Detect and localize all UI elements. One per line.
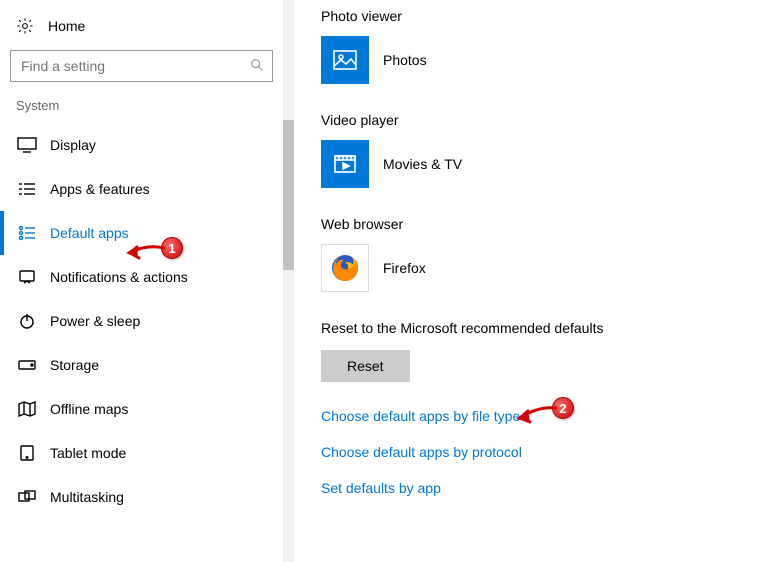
search-icon [250, 58, 264, 75]
display-icon [16, 134, 38, 156]
sidebar-item-apps-features[interactable]: Apps & features [0, 167, 283, 211]
photos-icon [321, 36, 369, 84]
sidebar-item-label: Tablet mode [50, 445, 126, 461]
sidebar-item-label: Display [50, 137, 96, 153]
storage-icon [16, 354, 38, 376]
sidebar-item-label: Apps & features [50, 181, 150, 197]
default-apps-icon [16, 222, 38, 244]
firefox-icon [321, 244, 369, 292]
gear-icon [16, 17, 34, 35]
sidebar-item-tablet-mode[interactable]: Tablet mode [0, 431, 283, 475]
sidebar-item-offline-maps[interactable]: Offline maps [0, 387, 283, 431]
offline-maps-icon [16, 398, 38, 420]
sidebar-item-multitasking[interactable]: Multitasking [0, 475, 283, 519]
sidebar-item-storage[interactable]: Storage [0, 343, 283, 387]
sidebar-item-label: Power & sleep [50, 313, 140, 329]
sidebar-item-label: Multitasking [50, 489, 124, 505]
multitasking-icon [16, 486, 38, 508]
sidebar-item-label: Storage [50, 357, 99, 373]
tablet-icon [16, 442, 38, 464]
sidebar-item-display[interactable]: Display [0, 123, 283, 167]
reset-button[interactable]: Reset [321, 350, 410, 382]
reset-description: Reset to the Microsoft recommended defau… [321, 320, 748, 336]
app-name: Movies & TV [383, 156, 462, 172]
link-set-defaults-by-app[interactable]: Set defaults by app [321, 480, 748, 496]
web-browser-app[interactable]: Firefox [321, 244, 748, 292]
category-label: System [0, 92, 283, 123]
link-choose-by-protocol[interactable]: Choose default apps by protocol [321, 444, 748, 460]
app-name: Firefox [383, 260, 426, 276]
sidebar-item-notifications[interactable]: Notifications & actions [0, 255, 283, 299]
video-player-app[interactable]: Movies & TV [321, 140, 748, 188]
sidebar-item-label: Offline maps [50, 401, 128, 417]
search-input[interactable] [10, 50, 273, 82]
power-icon [16, 310, 38, 332]
sidebar-item-power-sleep[interactable]: Power & sleep [0, 299, 283, 343]
search-field[interactable] [19, 57, 250, 75]
apps-features-icon [16, 178, 38, 200]
app-name: Photos [383, 52, 427, 68]
sidebar: Home System Display [0, 0, 283, 562]
notifications-icon [16, 266, 38, 288]
photo-viewer-app[interactable]: Photos [321, 36, 748, 84]
link-choose-by-file-type[interactable]: Choose default apps by file type [321, 408, 748, 424]
web-browser-heading: Web browser [321, 216, 748, 232]
content-pane: Photo viewer Photos Video player [283, 0, 768, 562]
sidebar-item-label: Default apps [50, 225, 129, 241]
sidebar-item-label: Notifications & actions [50, 269, 188, 285]
photo-viewer-heading: Photo viewer [321, 8, 748, 24]
video-player-heading: Video player [321, 112, 748, 128]
movies-tv-icon [321, 140, 369, 188]
home-button[interactable]: Home [0, 6, 283, 46]
home-label: Home [48, 18, 85, 34]
sidebar-item-default-apps[interactable]: Default apps [0, 211, 283, 255]
